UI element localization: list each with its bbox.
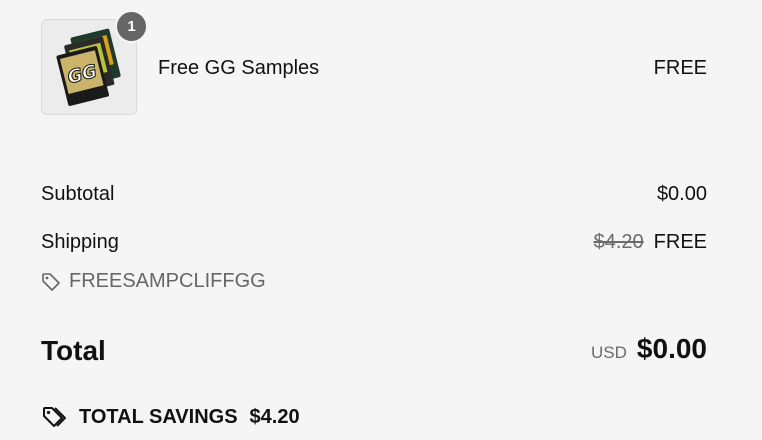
- total-label: Total: [41, 335, 106, 366]
- total-savings: TOTAL SAVINGS $4.20: [41, 405, 300, 429]
- total-value-group: USD $0.00: [591, 333, 707, 365]
- total-savings-label: TOTAL SAVINGS: [79, 405, 238, 428]
- order-summary: GG 1 Free GG Samples FREE Subtotal $0.00…: [0, 0, 762, 440]
- line-item: GG 1 Free GG Samples FREE: [41, 10, 707, 115]
- discount-code-text: FREESAMPCLIFFGG: [69, 270, 266, 292]
- item-name: Free GG Samples: [158, 57, 320, 79]
- tag-icon: [42, 272, 60, 291]
- shipping-value-group: $4.20 FREE: [594, 231, 707, 254]
- quantity-badge: 1: [115, 10, 148, 43]
- total-amount: $0.00: [636, 333, 707, 364]
- savings-tags-icon: [43, 407, 66, 427]
- subtotal-label: Subtotal: [41, 183, 115, 205]
- total-savings-amount: $4.20: [249, 405, 300, 428]
- shipping-original-price: $4.20: [593, 231, 644, 253]
- discount-code: FREESAMPCLIFFGG: [41, 270, 266, 293]
- item-price: FREE: [653, 57, 707, 79]
- subtotal-value: $0.00: [656, 183, 707, 205]
- shipping-label: Shipping: [41, 231, 119, 253]
- total-currency: USD: [591, 343, 627, 362]
- shipping-value: FREE: [653, 231, 707, 253]
